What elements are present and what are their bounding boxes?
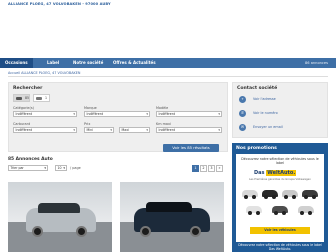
listing-title: 85 Annonces Auto [8,157,53,162]
tab-notre-societe[interactable]: Notre société [68,58,108,68]
vehicle-type-count: 1 [45,96,48,100]
tab-offres-actualites[interactable]: Offres & Actualités [108,58,161,68]
car-wheel [32,226,43,237]
brand-label: Marque [84,106,97,110]
promo-car-image [302,190,318,199]
km-select[interactable]: Indifférent [156,127,222,133]
page-1[interactable]: 1 [192,165,199,172]
km-label: Km maxi [156,122,171,126]
vehicle-type-count: 85 [25,96,30,100]
contact-title: Contact société [237,86,278,91]
promo-car-image [282,190,298,199]
fuel-select[interactable]: Indifférent [13,127,77,133]
top-header: ALLIANCE PLOEG, 47 VOLVOBAKEN - 97000 AU… [0,0,336,16]
contact-panel: Contact société ⌖ Voir l'adresse ✆ Voir … [232,82,328,138]
tab-occasions[interactable]: Occasions [0,58,33,68]
car-icon [16,97,22,100]
car-listing-image-2[interactable] [120,182,224,252]
price-label: Prix [84,122,91,126]
sort-select[interactable]: Trier par [8,165,48,171]
annonces-count: 86 annonces [304,61,328,65]
tab-label[interactable]: Label [42,58,64,68]
per-page-select[interactable]: 10 [55,165,67,171]
show-phone-text: Voir le numéro [253,111,278,115]
car-windows [38,203,80,213]
vehicle-type-car[interactable]: 85 [13,94,30,102]
page-next[interactable]: » [216,165,223,172]
vehicle-type-van[interactable]: 1 [33,94,50,102]
show-phone-link[interactable]: ✆ Voir le numéro [237,110,325,117]
promotions-panel: Nos promotions Découvrez notre sélection… [232,143,328,252]
price-max-select[interactable]: Maxi [119,127,150,133]
location-icon: ⌖ [239,96,246,103]
category-select[interactable]: Indifférent [13,111,77,117]
promo-tagline: Les Premières garanties du Groupe Volksw… [249,178,311,181]
promo-banner[interactable]: Découvrez notre sélection de véhicules s… [236,154,324,242]
divider [8,76,328,77]
page-2[interactable]: 2 [200,165,207,172]
promotions-title: Nos promotions [236,146,277,151]
fuel-label: Carburant [13,122,31,126]
price-min-select[interactable]: Mini [84,127,114,133]
promo-caption: Découvrez notre sélection de véhicules s… [238,243,322,251]
model-select[interactable]: Indifférent [156,111,222,117]
search-title: Rechercher [13,86,43,91]
car-listing-image-1[interactable] [8,182,112,252]
van-icon [36,97,42,100]
car-wheel [190,226,201,237]
show-address-link[interactable]: ⌖ Voir l'adresse [237,96,325,103]
promo-see-vehicles-button[interactable]: Voir les véhicules [250,227,310,234]
promo-car-image [242,190,258,199]
dealer-name: ALLIANCE PLOEG, 47 VOLVOBAKEN - 97000 AU… [8,2,111,6]
phone-icon: ✆ [239,110,246,117]
see-results-button[interactable]: Voir les 85 résultats [163,144,219,152]
send-email-link[interactable]: ✉ Envoyer un email [237,124,325,131]
promo-car-image [246,206,262,215]
car-windows [146,202,192,212]
car-wheel [140,226,151,237]
promo-banner-text: Découvrez notre sélection de véhicules s… [241,157,319,165]
breadcrumb[interactable]: Accueil ALLIANCE PLOEG, 47 VOLVOBAKEN [8,71,80,75]
mail-icon: ✉ [239,124,246,131]
car-wheel [76,226,87,237]
promo-car-image [262,190,278,199]
brand-select[interactable]: Indifférent [84,111,150,117]
send-email-text: Envoyer un email [253,125,283,129]
search-panel: Rechercher 85 1 Catégorie(s) Indifférent… [8,82,228,152]
page-3[interactable]: 3 [208,165,215,172]
show-address-text: Voir l'adresse [253,97,276,101]
promo-car-image [272,206,288,215]
model-label: Modèle [156,106,169,110]
per-page-label: / page [70,166,81,170]
category-label: Catégorie(s) [13,106,34,110]
main-nav: Occasions Label Notre société Offres & A… [0,58,336,68]
das-weltauto-logo: Das WeltAuto. [254,170,297,176]
promo-car-image [298,206,314,215]
